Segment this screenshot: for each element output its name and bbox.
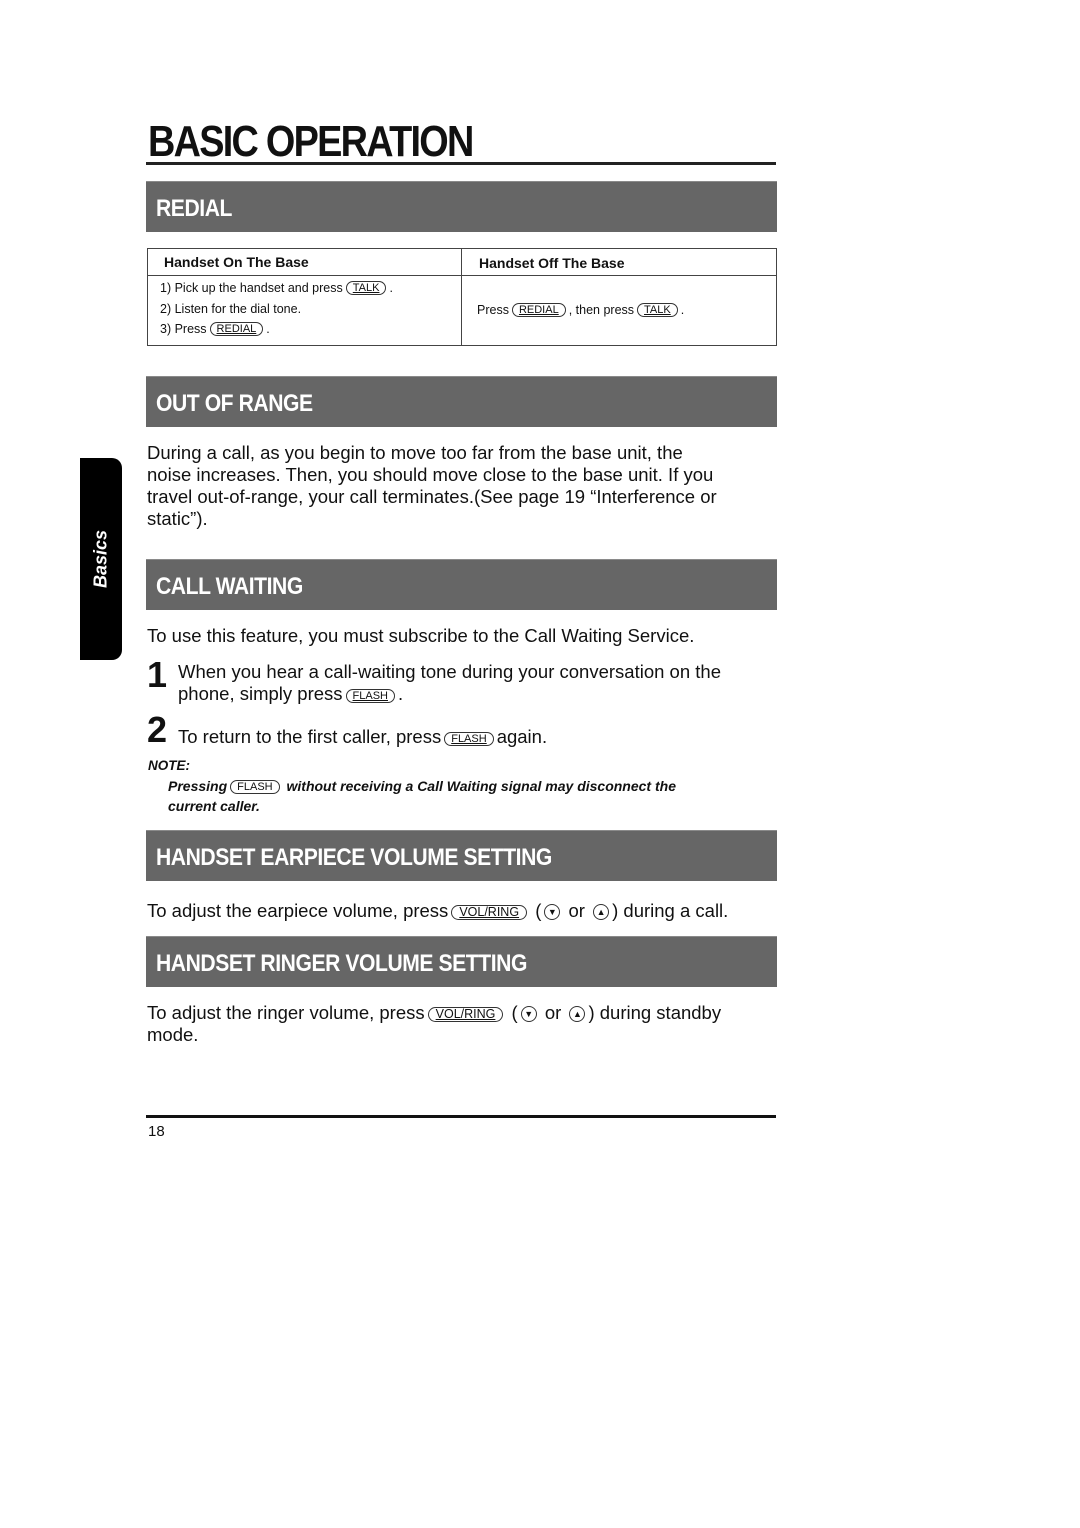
redial-key-icon: REDIAL — [511, 303, 566, 317]
section-title: HANDSET EARPIECE VOLUME SETTING — [156, 844, 552, 871]
talk-key-icon: TALK — [637, 303, 678, 317]
side-tab-basics: Basics — [80, 458, 122, 660]
volume-down-icon: ▼ — [520, 1006, 537, 1022]
volume-up-icon: ▲ — [593, 904, 610, 920]
table-column-on-base: Handset On The Base 1) Pick up the hands… — [148, 249, 462, 345]
table-row: Press REDIAL, then press TALK. — [477, 303, 685, 317]
title-divider — [146, 162, 776, 165]
call-waiting-intro: To use this feature, you must subscribe … — [147, 625, 695, 646]
table-column-off-base: Handset Off The Base Press REDIAL, then p… — [462, 249, 776, 345]
vol-ring-key-icon: VOL/RING — [427, 1007, 504, 1022]
section-header-out-of-range: OUT OF RANGE — [146, 376, 777, 427]
note-label: NOTE: — [148, 758, 190, 773]
page-title: BASIC OPERATION — [148, 117, 474, 166]
step-number: 1 — [147, 654, 168, 695]
flash-key-icon: FLASH — [444, 732, 494, 746]
footer-divider — [146, 1115, 776, 1118]
vol-ring-key-icon: VOL/RING — [451, 905, 528, 920]
section-header-ringer-volume: HANDSET RINGER VOLUME SETTING — [146, 936, 777, 987]
redial-key-icon: REDIAL — [209, 322, 264, 336]
ringer-volume-paragraph: To adjust the ringer volume, press VOL/RI… — [147, 1002, 722, 1045]
section-header-earpiece-volume: HANDSET EARPIECE VOLUME SETTING — [146, 830, 777, 881]
section-title: HANDSET RINGER VOLUME SETTING — [156, 950, 527, 977]
table-row: 1) Pick up the handset and press TALK. — [160, 281, 393, 295]
volume-down-icon: ▼ — [544, 904, 561, 920]
section-title: REDIAL — [156, 195, 232, 222]
section-header-redial: REDIAL — [146, 181, 777, 232]
redial-table: Handset On The Base 1) Pick up the hands… — [147, 248, 777, 346]
earpiece-volume-paragraph: To adjust the earpiece volume, press VOL/… — [147, 900, 729, 921]
table-row: 3) Press REDIAL. — [160, 322, 270, 336]
out-of-range-paragraph: During a call, as you begin to move too … — [147, 442, 717, 529]
section-title: OUT OF RANGE — [156, 390, 313, 417]
table-header: Handset Off The Base — [462, 249, 776, 276]
table-row: 2) Listen for the dial tone. — [160, 302, 302, 316]
step-number: 2 — [147, 709, 168, 750]
table-header: Handset On The Base — [148, 249, 461, 276]
note-text: Pressing FLASH without receiving a Call W… — [168, 778, 676, 814]
section-header-call-waiting: CALL WAITING — [146, 559, 777, 610]
section-title: CALL WAITING — [156, 573, 303, 600]
talk-key-icon: TALK — [345, 281, 387, 295]
volume-up-icon: ▲ — [569, 1006, 586, 1022]
page-number: 18 — [148, 1123, 165, 1140]
flash-key-icon: FLASH — [230, 780, 280, 794]
flash-key-icon: FLASH — [345, 689, 395, 703]
